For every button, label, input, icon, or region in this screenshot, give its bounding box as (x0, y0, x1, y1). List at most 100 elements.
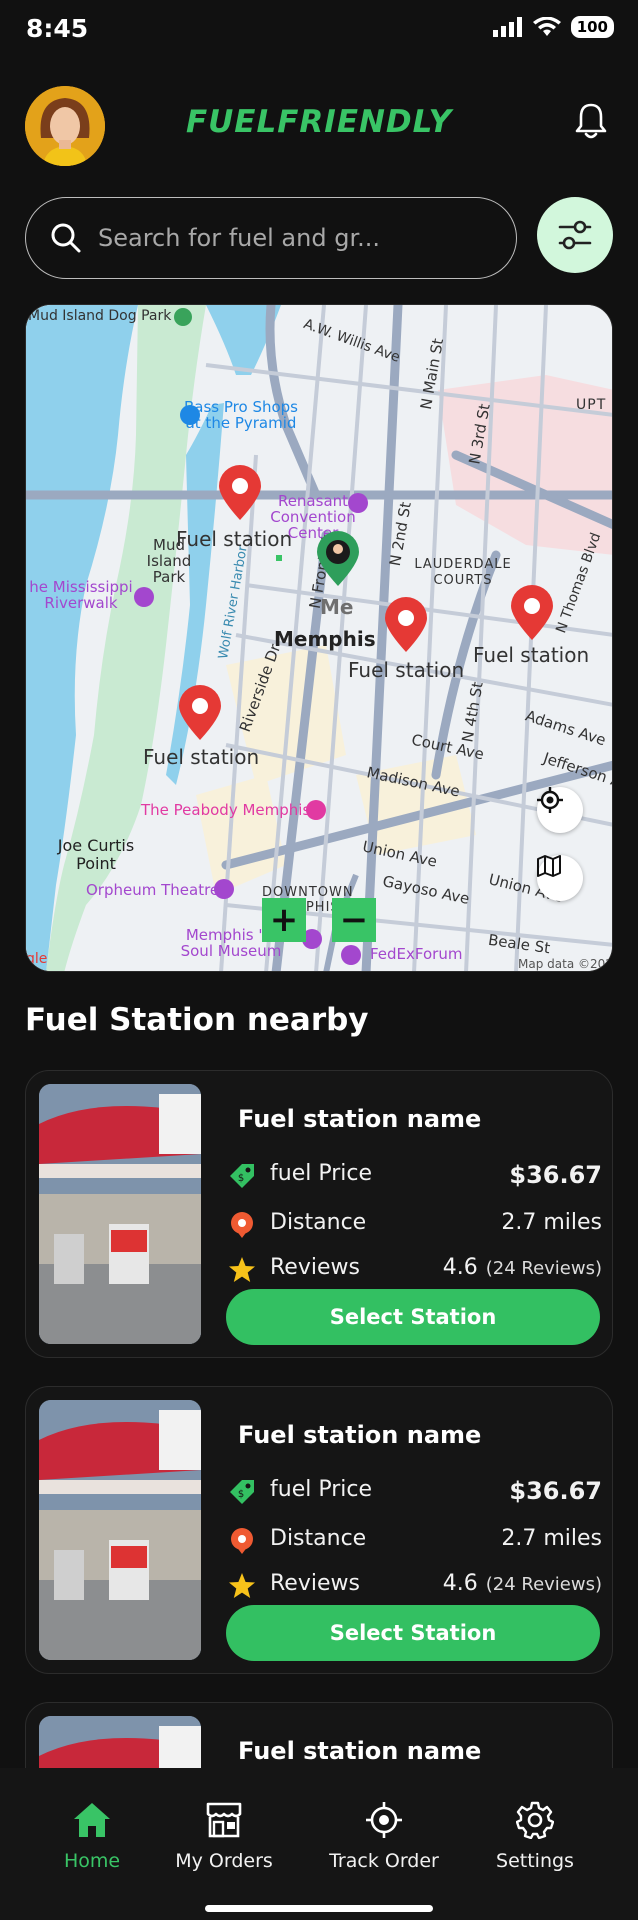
search-input[interactable] (98, 220, 488, 256)
locate-me-button[interactable] (537, 787, 583, 833)
current-location-icon (317, 531, 359, 586)
zoom-in-button[interactable]: + (262, 898, 306, 942)
reviews-count: (24 Reviews) (485, 1574, 602, 1595)
notifications-button[interactable] (574, 102, 608, 144)
status-time: 8:45 (26, 14, 89, 43)
station-card[interactable]: Fuel station name $ fuel Price $36.67 Di… (25, 1386, 613, 1674)
svg-text:$: $ (238, 1489, 244, 1500)
reviews-row: Reviews 4.6 (24 Reviews) (228, 1569, 602, 1603)
fuel-station-pin-icon[interactable] (177, 685, 223, 741)
fuel-price-row: $ fuel Price $36.67 (228, 1159, 602, 1193)
map-label-riverwalk: he Mississippi Riverwalk (29, 578, 133, 612)
map-label-dog-park: Mud Island Dog Park (28, 308, 172, 324)
filter-button[interactable] (537, 197, 613, 273)
nav-home[interactable]: Home (17, 1798, 167, 1872)
fuel-price-label: fuel Price (270, 1477, 372, 1502)
distance-value: 2.7 miles (501, 1526, 602, 1551)
bottom-nav: Home My Orders Track Order Settings (0, 1768, 638, 1920)
nav-my-orders[interactable]: My Orders (149, 1798, 299, 1872)
distance-label: Distance (270, 1210, 367, 1235)
fuel-station-pin-label: Fuel station (348, 658, 465, 682)
station-image (39, 1084, 201, 1344)
rating-value: 4.6 (442, 1255, 478, 1280)
bell-icon (575, 103, 607, 139)
crosshair-icon (537, 787, 563, 813)
fuel-station-pin-icon[interactable] (383, 597, 429, 653)
battery-indicator: 100 (570, 16, 614, 38)
price-tag-icon: $ (230, 1164, 254, 1188)
fuel-station-pin-label: Fuel station (143, 745, 260, 769)
map-label-memphis: Memphis (274, 627, 376, 651)
fuel-price-row: $ fuel Price $36.67 (228, 1475, 602, 1509)
reviews-label: Reviews (270, 1571, 360, 1596)
distance-row: Distance 2.7 miles (228, 1524, 602, 1558)
fuel-station-pin-icon[interactable] (509, 585, 555, 641)
signal-icon (492, 17, 522, 37)
search-bar (25, 197, 517, 279)
reviews-count: (24 Reviews) (485, 1258, 602, 1279)
map-label-orpheum: Orpheum Theatre (86, 881, 220, 899)
distance-label: Distance (270, 1526, 367, 1551)
section-title: Fuel Station nearby (25, 1002, 369, 1038)
fuel-station-pin-label: Fuel station (176, 527, 293, 551)
location-pin-icon (231, 1212, 253, 1238)
select-station-button[interactable]: Select Station (226, 1289, 600, 1345)
fuel-station-pin-icon[interactable] (217, 465, 263, 521)
store-icon (206, 1802, 242, 1838)
target-icon (366, 1802, 402, 1838)
reviews-value: 4.6 (24 Reviews) (443, 1571, 602, 1596)
map-layers-button[interactable] (537, 855, 583, 901)
select-station-button[interactable]: Select Station (226, 1605, 600, 1661)
location-pin-icon (231, 1528, 253, 1554)
fuel-price-value: $36.67 (509, 1477, 602, 1505)
current-location-label: Me (320, 595, 354, 619)
nav-settings-label: Settings (496, 1850, 574, 1872)
station-image (39, 1400, 201, 1660)
gear-icon (516, 1801, 554, 1839)
status-bar: 8:45 100 (0, 0, 638, 60)
map-label-upt: UPT (576, 397, 607, 413)
map-icon (537, 855, 561, 877)
wifi-icon (532, 17, 561, 36)
reviews-row: Reviews 4.6 (24 Reviews) (228, 1253, 602, 1287)
map-label-peabody: The Peabody Memphis (141, 801, 311, 819)
google-logo: gle (26, 951, 48, 967)
fuel-price-label: fuel Price (270, 1161, 372, 1186)
price-tag-icon: $ (230, 1480, 254, 1504)
status-icons: 100 (492, 16, 614, 38)
fuel-station-pin-label: Fuel station (473, 643, 590, 667)
star-icon (229, 1573, 255, 1598)
reviews-label: Reviews (270, 1255, 360, 1280)
nav-settings[interactable]: Settings (460, 1798, 610, 1872)
search-icon (51, 223, 81, 253)
gas-station-photo-icon (39, 1400, 201, 1660)
reviews-value: 4.6 (24 Reviews) (443, 1255, 602, 1280)
nav-my-orders-label: My Orders (175, 1850, 273, 1872)
map-label-lauderdale: LAUDERDALE COURTS (414, 557, 512, 588)
home-icon (74, 1803, 110, 1837)
station-name: Fuel station name (238, 1737, 482, 1765)
home-indicator (205, 1905, 433, 1912)
map-label-fedex: FedExForum (370, 945, 463, 963)
map-label-bass-pro: Bass Pro Shops at the Pyramid (184, 398, 298, 432)
fuel-price-value: $36.67 (509, 1161, 602, 1189)
map-view[interactable]: Mud Island Dog Park A.W. Willis Ave Bass… (25, 304, 613, 972)
svg-text:$: $ (238, 1173, 244, 1184)
map-label-joe-curtis: Joe Curtis Point (57, 836, 135, 873)
nav-home-label: Home (63, 1850, 121, 1872)
zoom-out-button[interactable]: − (332, 898, 376, 942)
map-attribution: Map data ©202 (518, 957, 613, 971)
rating-value: 4.6 (442, 1571, 478, 1596)
nav-track-order-label: Track Order (329, 1850, 439, 1872)
filter-sliders-icon (558, 220, 592, 250)
distance-value: 2.7 miles (501, 1210, 602, 1235)
nav-track-order[interactable]: Track Order (309, 1798, 459, 1872)
gas-station-photo-icon (39, 1084, 201, 1344)
app-header: FUELFRIENDLY (0, 84, 638, 166)
distance-row: Distance 2.7 miles (228, 1208, 602, 1242)
station-name: Fuel station name (238, 1105, 482, 1133)
station-name: Fuel station name (238, 1421, 482, 1449)
brand-logo: FUELFRIENDLY (185, 104, 453, 140)
star-icon (229, 1257, 255, 1282)
station-card[interactable]: Fuel station name $ fuel Price $36.67 Di… (25, 1070, 613, 1358)
